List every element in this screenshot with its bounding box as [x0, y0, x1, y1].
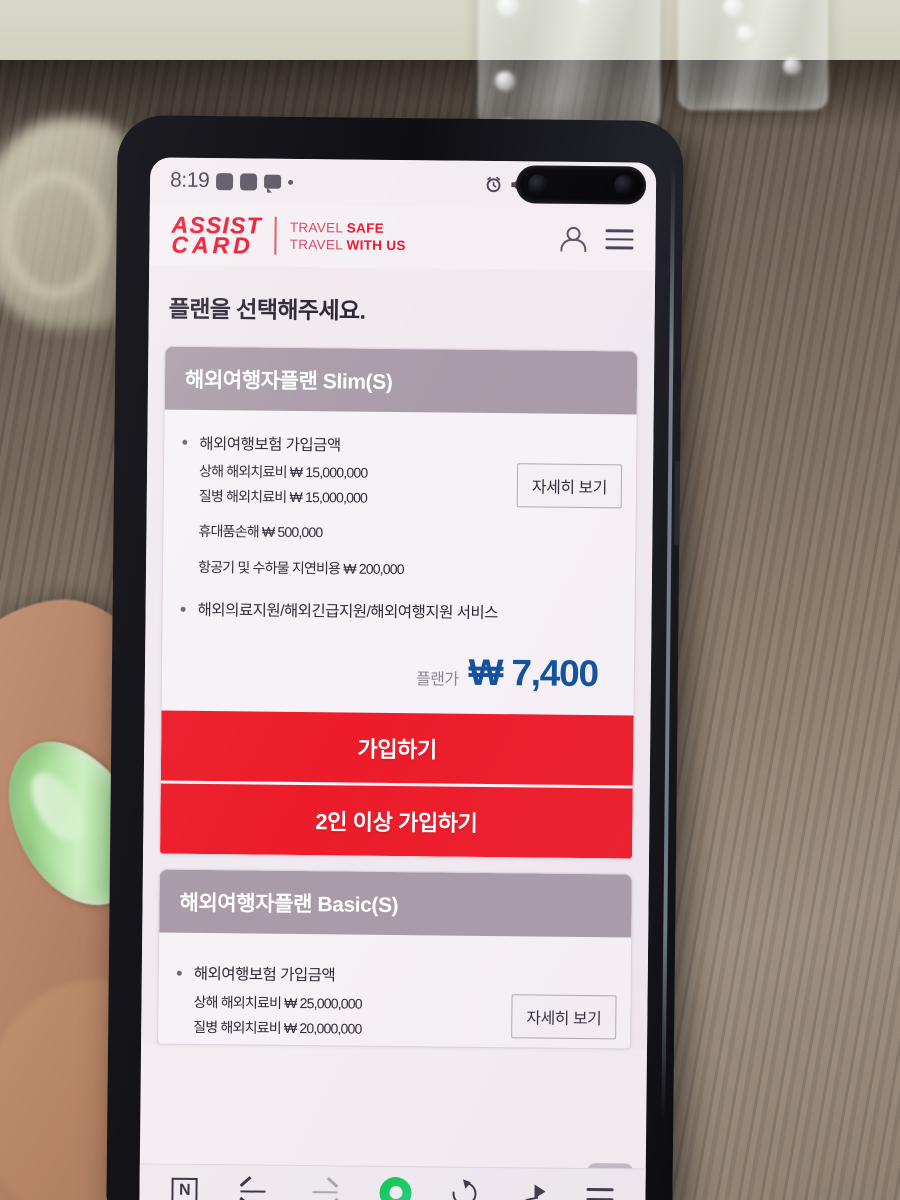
- chat-notification-icon: [264, 174, 282, 189]
- camera-cutout: [515, 165, 647, 205]
- coverage-line: 질병 해외치료비 ₩ 15,000,000: [198, 488, 368, 506]
- assist-card-logo[interactable]: ASSIST CARD TRAVEL SAFE TRAVEL WITH US: [171, 211, 406, 259]
- app-notification-icon: [240, 172, 258, 191]
- coverage-title: 해외여행보험 가입금액: [199, 435, 341, 454]
- browser-bottom-bar: N: [139, 1163, 646, 1200]
- forward-button[interactable]: [309, 1181, 339, 1200]
- price-value: ₩ 7,400: [468, 651, 599, 695]
- bullet-dot-icon: [176, 970, 182, 976]
- detail-view-button[interactable]: 자세히 보기: [516, 463, 623, 509]
- plan-card-basic: 해외여행자플랜 Basic(S) 자세히 보기 해외여행보험 가입금액 상해 해…: [157, 868, 633, 1050]
- page-title: 플랜을 선택해주세요.: [168, 295, 366, 324]
- join-multiple-button[interactable]: 2인 이상 가입하기: [160, 780, 633, 859]
- site-header: ASSIST CARD TRAVEL SAFE TRAVEL WITH US: [149, 203, 656, 271]
- refresh-button[interactable]: [447, 1176, 482, 1200]
- home-button[interactable]: [379, 1176, 413, 1200]
- bullet-dot-icon: [182, 439, 188, 445]
- status-clock: 8:19: [169, 168, 210, 193]
- logo-wordmark: ASSIST CARD: [171, 211, 263, 259]
- dot-icon: [288, 179, 294, 185]
- app-notification-icon: [216, 172, 234, 190]
- coverage-line: 휴대품손해 ₩ 500,000: [198, 523, 323, 541]
- drinking-glass: [478, 0, 660, 137]
- service-list: 해외의료지원/해외긴급지원/해외여행지원 서비스: [197, 597, 498, 628]
- page-content: 플랜을 선택해주세요. 해외여행자플랜 Slim(S) 자세히 보기 해외여행보…: [141, 265, 656, 1051]
- join-button[interactable]: 가입하기: [160, 710, 634, 786]
- coverage-line: 항공기 및 수하물 지연비용 ₩ 200,000: [197, 558, 404, 577]
- front-camera-lens: [527, 174, 549, 195]
- front-camera-lens: [613, 175, 635, 196]
- logo-divider: [274, 216, 278, 255]
- hamburger-icon[interactable]: [605, 229, 634, 250]
- service-line: 해외의료지원/해외긴급지원/해외여행지원 서비스: [197, 602, 499, 623]
- share-button[interactable]: [517, 1182, 545, 1200]
- plan-title: 해외여행자플랜 Basic(S): [159, 869, 632, 938]
- plan-details: 자세히 보기 해외여행보험 가입금액 상해 해외치료비 ₩ 25,000,000…: [158, 932, 631, 1048]
- coverage-line: 질병 해외치료비 ₩ 20,000,000: [193, 1019, 362, 1037]
- price-label: 플랜가: [416, 671, 459, 689]
- coverage-list: 해외여행보험 가입금액 상해 해외치료비 ₩ 25,000,000 질병 해외치…: [193, 961, 362, 1042]
- bullet-dot-icon: [180, 606, 186, 612]
- background-chair-ring: [0, 170, 110, 300]
- status-bar: 8:19: [149, 157, 657, 209]
- plan-details: 자세히 보기 해외여행보험 가입금액 상해 해외치료비 ₩ 15,000,000…: [162, 410, 637, 716]
- phone-screen: 8:19 ASSIST CARD TRAVEL SAFE TRAVEL WITH…: [139, 157, 657, 1200]
- back-button[interactable]: [238, 1180, 268, 1200]
- naver-home-button[interactable]: N: [171, 1177, 198, 1200]
- plan-title: 해외여행자플랜 Slim(S): [164, 346, 638, 415]
- alarm-icon: [487, 176, 501, 192]
- logo-tagline: TRAVEL SAFE TRAVEL WITH US: [289, 219, 406, 254]
- list-item: 해외의료지원/해외긴급지원/해외여행지원 서비스: [180, 597, 616, 630]
- smartphone-device: 8:19 ASSIST CARD TRAVEL SAFE TRAVEL WITH…: [106, 115, 684, 1200]
- menu-button[interactable]: [585, 1188, 614, 1200]
- phone-edge-highlight: [661, 160, 676, 1121]
- phone-power-button[interactable]: [674, 460, 681, 545]
- plan-card-slim: 해외여행자플랜 Slim(S) 자세히 보기 해외여행보험 가입금액 상해 해외…: [159, 345, 639, 860]
- coverage-title: 해외여행보험 가입금액: [193, 966, 336, 985]
- coverage-line: 상해 해외치료비 ₩ 25,000,000: [193, 993, 362, 1012]
- price-row: 플랜가 ₩ 7,400: [180, 625, 617, 712]
- detail-view-button[interactable]: 자세히 보기: [511, 994, 617, 1040]
- coverage-line: 상해 해외치료비 ₩ 15,000,000: [198, 462, 368, 481]
- person-icon[interactable]: [559, 226, 583, 251]
- coverage-list: 해외여행보험 가입금액 상해 해외치료비 ₩ 15,000,000 질병 해외치…: [198, 430, 405, 582]
- header-icon-group: [559, 226, 639, 252]
- drinking-glass: [678, 0, 828, 110]
